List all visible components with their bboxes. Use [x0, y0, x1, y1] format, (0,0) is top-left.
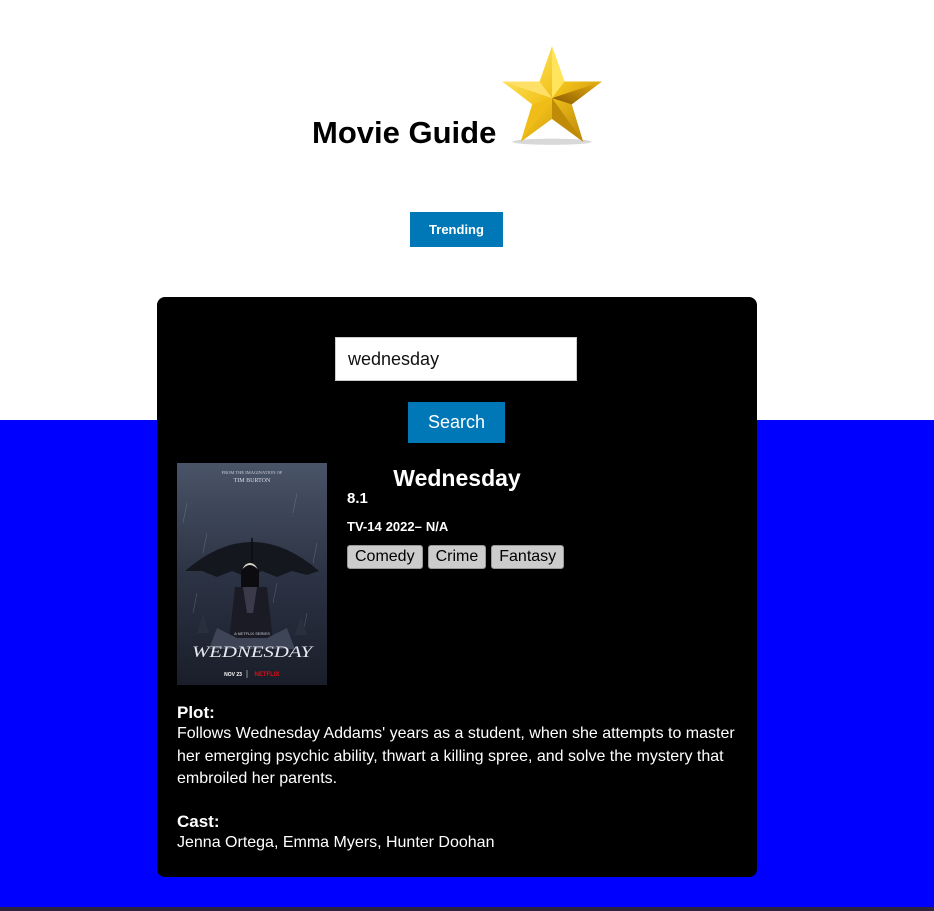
cast-heading: Cast: [177, 812, 220, 831]
trending-button[interactable]: Trending [410, 212, 503, 247]
movie-meta: TV-14 2022– N/A [347, 519, 452, 534]
movie-title: Wednesday [393, 465, 521, 491]
poster-date: NOV 23 [224, 672, 242, 678]
genre-tag: Crime [427, 545, 487, 569]
poster-network: NETFLIX [255, 672, 280, 678]
app-title: Movie Guide [312, 115, 497, 150]
poster-top-name: TIM BURTON [234, 478, 271, 484]
bottom-edge [0, 907, 934, 911]
search-button[interactable]: Search [408, 402, 505, 443]
genre-tag: Fantasy [491, 545, 565, 569]
poster-logo-text: WEDNESDAY [192, 644, 315, 661]
star-icon [502, 46, 602, 145]
rating-value: 8.1 [347, 490, 368, 507]
plot-section: Plot: Follows Wednesday Addams' years as… [177, 703, 742, 791]
search-input[interactable] [335, 337, 577, 381]
genre-list: Comedy Crime Fantasy [347, 545, 565, 569]
genre-tag: Comedy [347, 545, 423, 569]
plot-text: Follows Wednesday Addams' years as a stu… [177, 725, 735, 787]
app-header: Movie Guide [312, 44, 612, 154]
search-card: Search FROM THE IMAGINATION OF TI [157, 297, 757, 877]
poster-top-credit: FROM THE IMAGINATION OF [222, 470, 283, 475]
cast-text: Jenna Ortega, Emma Myers, Hunter Doohan [177, 834, 495, 851]
rated: TV-14 [347, 519, 382, 534]
plot-heading: Plot: [177, 703, 215, 722]
runtime: N/A [425, 519, 449, 534]
poster-series-label: A NETFLIX SERIES [234, 631, 270, 636]
movie-poster: FROM THE IMAGINATION OF TIM BURTON A NET… [177, 463, 327, 685]
year: 2022– [385, 519, 422, 534]
cast-section: Cast: Jenna Ortega, Emma Myers, Hunter D… [177, 812, 742, 854]
